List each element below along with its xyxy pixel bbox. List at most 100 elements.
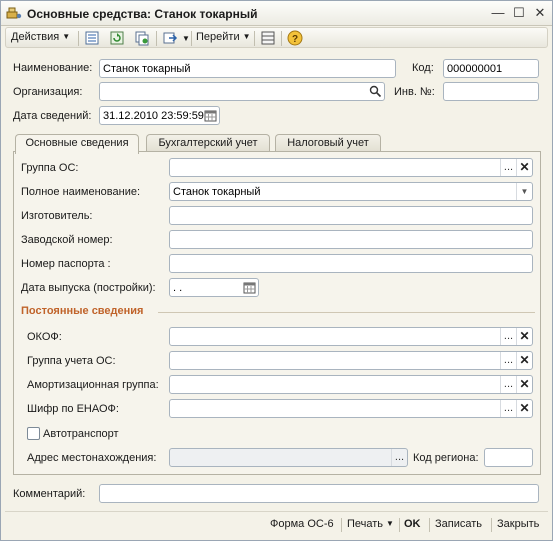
name-label: Наименование: — [13, 62, 93, 74]
comment-input[interactable] — [99, 484, 539, 503]
section-divider — [158, 312, 535, 313]
actions-menu-label: Действия — [11, 31, 60, 43]
comment-label: Комментарий: — [13, 488, 86, 500]
refresh-icon[interactable] — [109, 30, 125, 46]
info-date-input[interactable]: 31.12.2010 23:59:59 — [99, 106, 220, 125]
clear-icon[interactable]: ✕ — [516, 400, 532, 417]
chevron-down-icon: ▼ — [242, 32, 251, 41]
print-label: Печать — [347, 518, 384, 530]
command-divider — [429, 518, 430, 532]
save-button[interactable]: Записать — [435, 518, 482, 530]
command-divider — [399, 518, 400, 532]
select-button[interactable]: ... — [500, 352, 516, 369]
toolbar-divider — [78, 31, 79, 46]
full-name-label: Полное наименование: — [21, 186, 141, 198]
accounting-group-label: Группа учета ОС: — [27, 355, 116, 367]
ok-button[interactable]: OK — [404, 518, 421, 530]
vehicle-label: Автотранспорт — [43, 428, 119, 440]
clear-icon[interactable]: ✕ — [516, 328, 532, 345]
actions-menu[interactable]: Действия ▼ — [11, 31, 70, 43]
command-divider — [491, 518, 492, 532]
full-name-input[interactable]: Станок токарный ▼ — [169, 182, 533, 201]
location-address-label: Адрес местонахождения: — [27, 452, 157, 464]
chevron-down-icon: ▼ — [386, 519, 394, 528]
close-window-button[interactable]: ✕ — [531, 4, 549, 22]
full-name-value: Станок токарный — [173, 186, 261, 198]
toolbar: Действия ▼ ▼ Перейти ▼ ? — [5, 27, 548, 48]
copy-icon[interactable] — [134, 30, 150, 46]
title-bar: Основные средства: Станок токарный — ☐ ✕ — [1, 1, 552, 26]
info-date-value: 31.12.2010 23:59:59 — [103, 110, 204, 122]
goto-menu-label: Перейти — [196, 31, 240, 43]
form-os6-button[interactable]: Форма ОС-6 — [270, 518, 334, 530]
organization-label: Организация: — [13, 86, 83, 98]
print-button[interactable]: Печать ▼ — [347, 518, 394, 530]
chevron-down-icon[interactable]: ▼ — [182, 34, 190, 43]
vehicle-checkbox[interactable] — [27, 427, 40, 440]
fixed-asset-group-input[interactable]: ... ✕ — [169, 158, 533, 177]
toolbar-divider — [156, 31, 157, 46]
passport-number-input[interactable] — [169, 254, 533, 273]
name-value: Станок токарный — [103, 63, 191, 75]
serial-number-label: Заводской номер: — [21, 234, 113, 246]
inventory-number-input[interactable] — [443, 82, 539, 101]
okof-input[interactable]: ... ✕ — [169, 327, 533, 346]
close-button[interactable]: Закрыть — [497, 518, 539, 530]
go-icon[interactable] — [162, 30, 178, 46]
info-date-label: Дата сведений: — [13, 110, 92, 122]
enaof-cipher-label: Шифр по ЕНАОФ: — [27, 403, 119, 415]
chevron-down-icon: ▼ — [62, 32, 71, 41]
manufacturer-input[interactable] — [169, 206, 533, 225]
svg-text:?: ? — [292, 34, 298, 45]
location-address-input[interactable]: ... — [169, 448, 408, 467]
tab-accounting[interactable]: Бухгалтерский учет — [146, 134, 270, 152]
select-button[interactable]: ... — [500, 159, 516, 176]
select-button[interactable]: ... — [500, 328, 516, 345]
accounting-group-input[interactable]: ... ✕ — [169, 351, 533, 370]
form-window: Основные средства: Станок токарный — ☐ ✕… — [0, 0, 553, 541]
window-title: Основные средства: Станок токарный — [27, 7, 258, 21]
toolbar-divider — [191, 31, 192, 46]
goto-menu[interactable]: Перейти ▼ — [196, 31, 251, 43]
passport-number-label: Номер паспорта : — [21, 258, 111, 270]
code-input[interactable]: 000000001 — [443, 59, 539, 78]
release-date-input[interactable]: . . — [169, 278, 259, 297]
toolbar-divider — [254, 31, 255, 46]
select-button[interactable]: ... — [500, 376, 516, 393]
fixed-asset-group-label: Группа ОС: — [21, 162, 79, 174]
select-button[interactable]: ... — [391, 449, 407, 466]
region-code-label: Код региона: — [413, 452, 479, 464]
amortization-group-input[interactable]: ... ✕ — [169, 375, 533, 394]
minimize-button[interactable]: — — [489, 4, 507, 22]
permanent-info-heading: Постоянные сведения — [21, 305, 144, 317]
clear-icon[interactable]: ✕ — [516, 159, 532, 176]
inventory-number-label: Инв. №: — [394, 86, 435, 98]
clear-icon[interactable]: ✕ — [516, 352, 532, 369]
code-value: 000000001 — [447, 63, 503, 75]
region-code-input[interactable] — [484, 448, 533, 467]
clear-icon[interactable]: ✕ — [516, 376, 532, 393]
dropdown-arrow-icon[interactable]: ▼ — [516, 183, 532, 200]
structure-icon[interactable] — [260, 30, 276, 46]
command-bar: Форма ОС-6 Печать ▼ OK Записать Закрыть — [5, 511, 548, 536]
toolbar-divider — [281, 31, 282, 46]
organization-input[interactable] — [99, 82, 385, 101]
catalog-icon — [6, 7, 22, 19]
okof-label: ОКОФ: — [27, 331, 62, 343]
serial-number-input[interactable] — [169, 230, 533, 249]
search-icon[interactable] — [369, 85, 382, 98]
tab-main-info[interactable]: Основные сведения — [15, 134, 139, 154]
help-icon[interactable]: ? — [287, 30, 303, 46]
manufacturer-label: Изготовитель: — [21, 210, 93, 222]
tab-tax[interactable]: Налоговый учет — [275, 134, 381, 152]
release-date-label: Дата выпуска (постройки): — [21, 282, 156, 294]
enaof-cipher-input[interactable]: ... ✕ — [169, 399, 533, 418]
name-input[interactable]: Станок токарный — [99, 59, 396, 78]
command-divider — [341, 518, 342, 532]
calendar-icon[interactable] — [243, 281, 256, 294]
calendar-icon[interactable] — [204, 109, 217, 122]
code-label: Код: — [412, 62, 434, 74]
select-button[interactable]: ... — [500, 400, 516, 417]
maximize-button[interactable]: ☐ — [510, 4, 528, 22]
list-icon[interactable] — [84, 30, 100, 46]
